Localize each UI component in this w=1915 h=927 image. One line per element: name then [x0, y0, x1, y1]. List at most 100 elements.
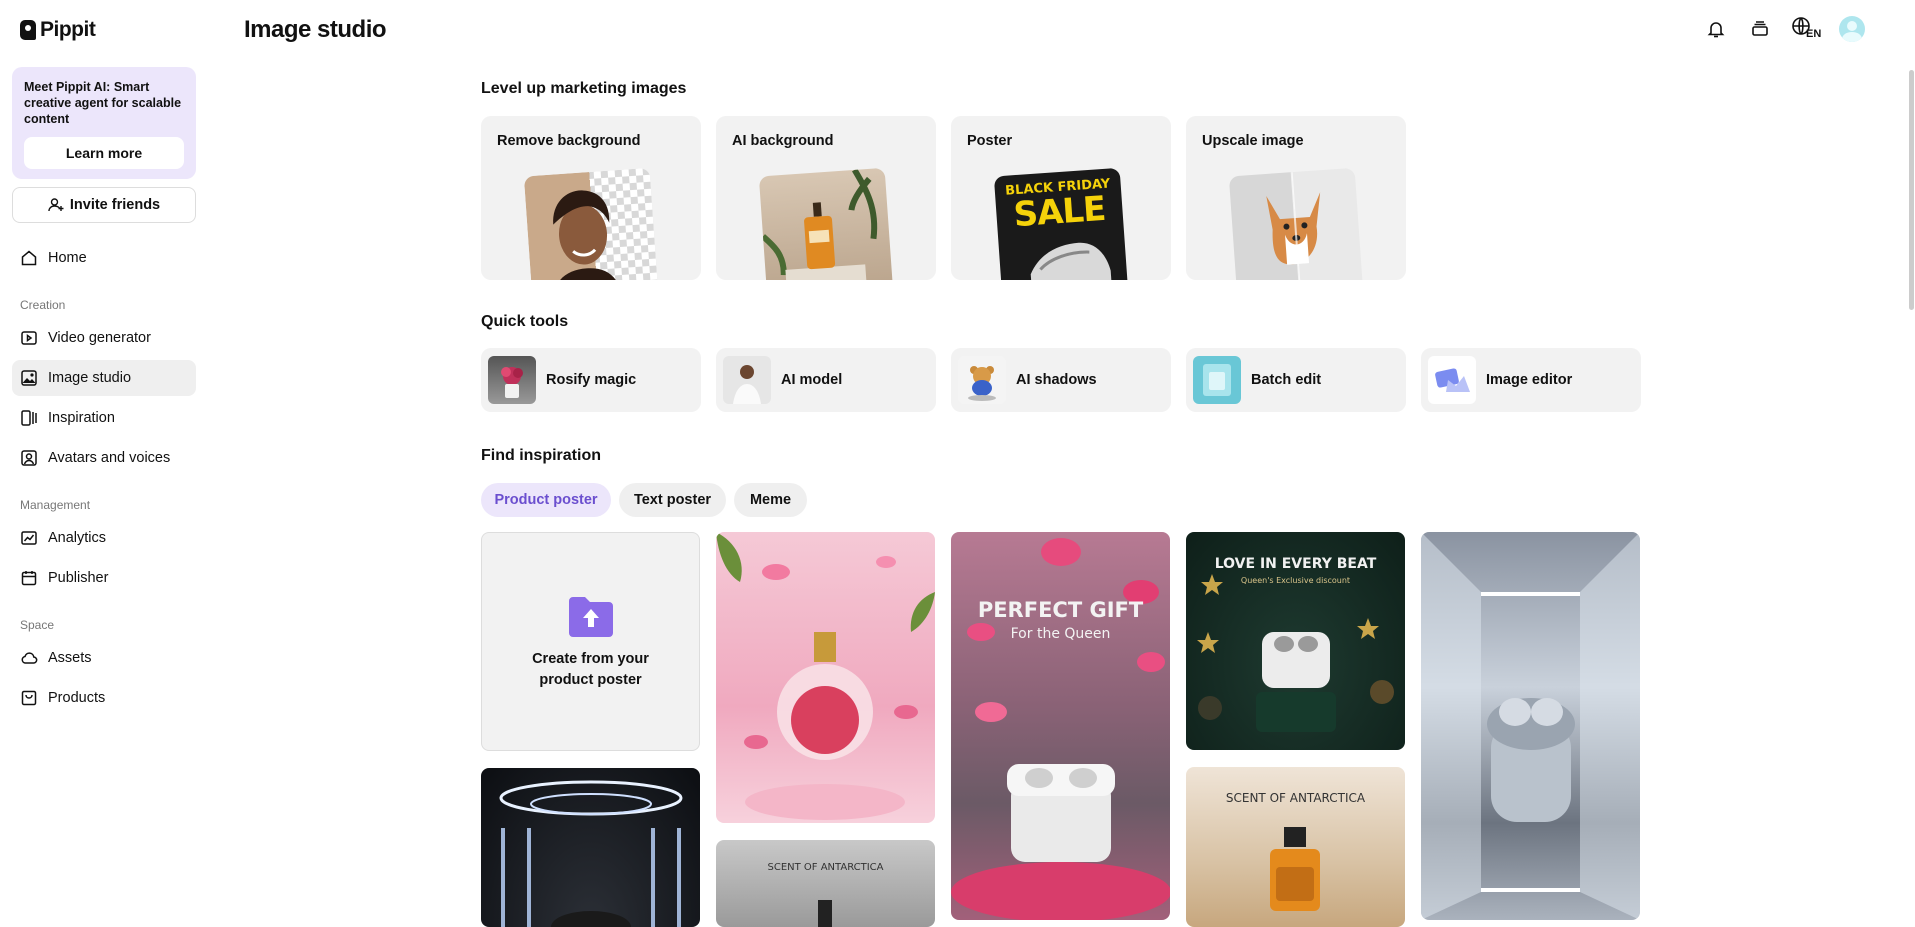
video-generator-icon [21, 331, 37, 345]
home-icon [21, 250, 37, 266]
batch-edit-tool[interactable]: Batch edit [1186, 348, 1406, 412]
image-editor-thumb [1428, 356, 1476, 404]
sidebar-item-analytics[interactable]: Analytics [12, 520, 196, 556]
remove-background-card[interactable]: Remove background [481, 116, 701, 280]
analytics-icon [21, 531, 37, 545]
sidebar-item-label: Products [48, 690, 106, 706]
find-inspiration-title: Find inspiration [481, 447, 601, 464]
rosify-thumb [488, 356, 536, 404]
cloud-icon [21, 652, 38, 664]
poster-tile-title: LOVE IN EVERY BEAT [1214, 556, 1377, 572]
sidebar: Pippit Meet Pippit AI: Smart creative ag… [0, 0, 208, 927]
sidebar-item-publisher[interactable]: Publisher [12, 560, 196, 596]
ai-background-preview [758, 167, 894, 280]
section-label-creation: Creation [20, 298, 66, 312]
rosify-magic-tool[interactable]: Rosify magic [481, 348, 701, 412]
sidebar-item-label: Publisher [48, 570, 109, 586]
learn-more-button[interactable]: Learn more [24, 137, 184, 169]
quick-tools-title: Quick tools [481, 313, 569, 330]
inspiration-icon [21, 410, 37, 426]
product-box-icon [21, 690, 37, 706]
bell-icon [1707, 22, 1725, 38]
poster-tile-title: PERFECT GIFT [977, 598, 1144, 622]
language-label: EN [1806, 28, 1822, 40]
ai-model-tool[interactable]: AI model [716, 348, 936, 412]
ai-shadows-tool[interactable]: AI shadows [951, 348, 1171, 412]
stage-lights-art [499, 780, 683, 927]
add-user-icon [48, 198, 64, 212]
section-label-management: Management [20, 498, 91, 512]
invite-friends-label: Invite friends [69, 197, 161, 213]
sidebar-item-avatars[interactable]: Avatars and voices [12, 440, 196, 476]
poster-tile-perfect-gift[interactable]: PERFECT GIFT For the Queen [951, 532, 1170, 920]
ai-shadows-thumb [958, 356, 1006, 404]
credits-button[interactable] [1747, 16, 1773, 42]
upload-folder-icon [568, 596, 613, 637]
tool-label: Rosify magic [546, 372, 637, 388]
rose-perfume-art [716, 532, 935, 820]
card-label: Upscale image [1202, 133, 1304, 149]
user-avatar[interactable] [1839, 16, 1865, 42]
promo-card: Meet Pippit AI: Smart creative agent for… [12, 67, 196, 179]
poster-tile-love-in-every-beat[interactable]: LOVE IN EVERY BEAT Queen's Exclusive dis… [1186, 532, 1405, 750]
poster-preview: BLACK FRIDAY SALE [993, 167, 1129, 280]
card-label: Remove background [497, 133, 641, 149]
brand-name: Pippit [40, 18, 96, 41]
earbuds-cube-art [1421, 532, 1640, 920]
image-editor-tool[interactable]: Image editor [1421, 348, 1641, 412]
upscale-preview [1228, 167, 1364, 280]
tab-meme[interactable]: Meme [734, 483, 807, 517]
language-button[interactable]: EN [1791, 16, 1821, 42]
sidebar-item-label: Image studio [48, 370, 132, 386]
poster-tile-earbuds-cube[interactable] [1421, 532, 1640, 920]
avatar-icon [21, 450, 37, 466]
remove-background-preview [523, 167, 659, 280]
poster-tile-scent-antarctica-1[interactable]: SCENT OF ANTARCTICA [716, 840, 935, 927]
sidebar-item-image-studio[interactable]: Image studio [12, 360, 196, 396]
page-title: Image studio [244, 16, 387, 43]
scrollbar-thumb[interactable] [1909, 70, 1914, 310]
pippit-logo-icon [20, 20, 36, 40]
section-label-space: Space [20, 618, 55, 632]
top-toolbar: EN [1703, 16, 1865, 42]
poster-tile-scent-antarctica-2[interactable]: SCENT OF ANTARCTICA [1186, 767, 1405, 927]
create-tile-label: Create from your product poster [532, 650, 649, 688]
sidebar-item-label: Assets [48, 650, 92, 666]
sidebar-item-home[interactable]: Home [12, 240, 196, 276]
brand-logo[interactable]: Pippit [20, 18, 96, 42]
tool-label: Image editor [1486, 372, 1573, 388]
sidebar-item-label: Home [48, 250, 87, 266]
tab-product-poster[interactable]: Product poster [481, 483, 611, 517]
create-from-product-poster-tile[interactable]: Create from your product poster [481, 532, 700, 751]
sidebar-item-label: Inspiration [48, 410, 115, 426]
perfume-bottle-art [818, 900, 832, 927]
poster-tile-earbuds-stage[interactable] [481, 768, 700, 927]
tool-label: AI model [781, 372, 843, 388]
perfect-gift-art [951, 538, 1170, 920]
marketing-section-title: Level up marketing images [481, 80, 687, 97]
image-studio-icon [21, 370, 37, 386]
invite-friends-button[interactable]: Invite friends [12, 187, 196, 223]
tool-label: Batch edit [1251, 372, 1322, 388]
card-label: Poster [967, 133, 1013, 149]
poster-tile-subtitle: Queen's Exclusive discount [1240, 576, 1351, 585]
sidebar-item-inspiration[interactable]: Inspiration [12, 400, 196, 436]
sidebar-item-assets[interactable]: Assets [12, 640, 196, 676]
perfume-bottle-art [1270, 827, 1320, 911]
card-label: AI background [732, 133, 834, 149]
ai-model-thumb [723, 356, 771, 404]
promo-text: Meet Pippit AI: Smart creative agent for… [24, 80, 182, 126]
tool-label: AI shadows [1016, 372, 1097, 388]
tab-text-poster[interactable]: Text poster [619, 483, 726, 517]
poster-tile-rose-perfume[interactable] [716, 532, 935, 823]
upscale-image-card[interactable]: Upscale image [1186, 116, 1406, 280]
sidebar-item-video-generator[interactable]: Video generator [12, 320, 196, 356]
stack-icon [1752, 21, 1768, 36]
sidebar-item-products[interactable]: Products [12, 680, 196, 716]
sidebar-item-label: Avatars and voices [48, 450, 171, 466]
batch-edit-thumb [1193, 356, 1241, 404]
poster-card[interactable]: Poster BLACK FRIDAY SALE [951, 116, 1171, 280]
notifications-button[interactable] [1703, 16, 1729, 42]
calendar-icon [21, 571, 37, 586]
ai-background-card[interactable]: AI background [716, 116, 936, 280]
